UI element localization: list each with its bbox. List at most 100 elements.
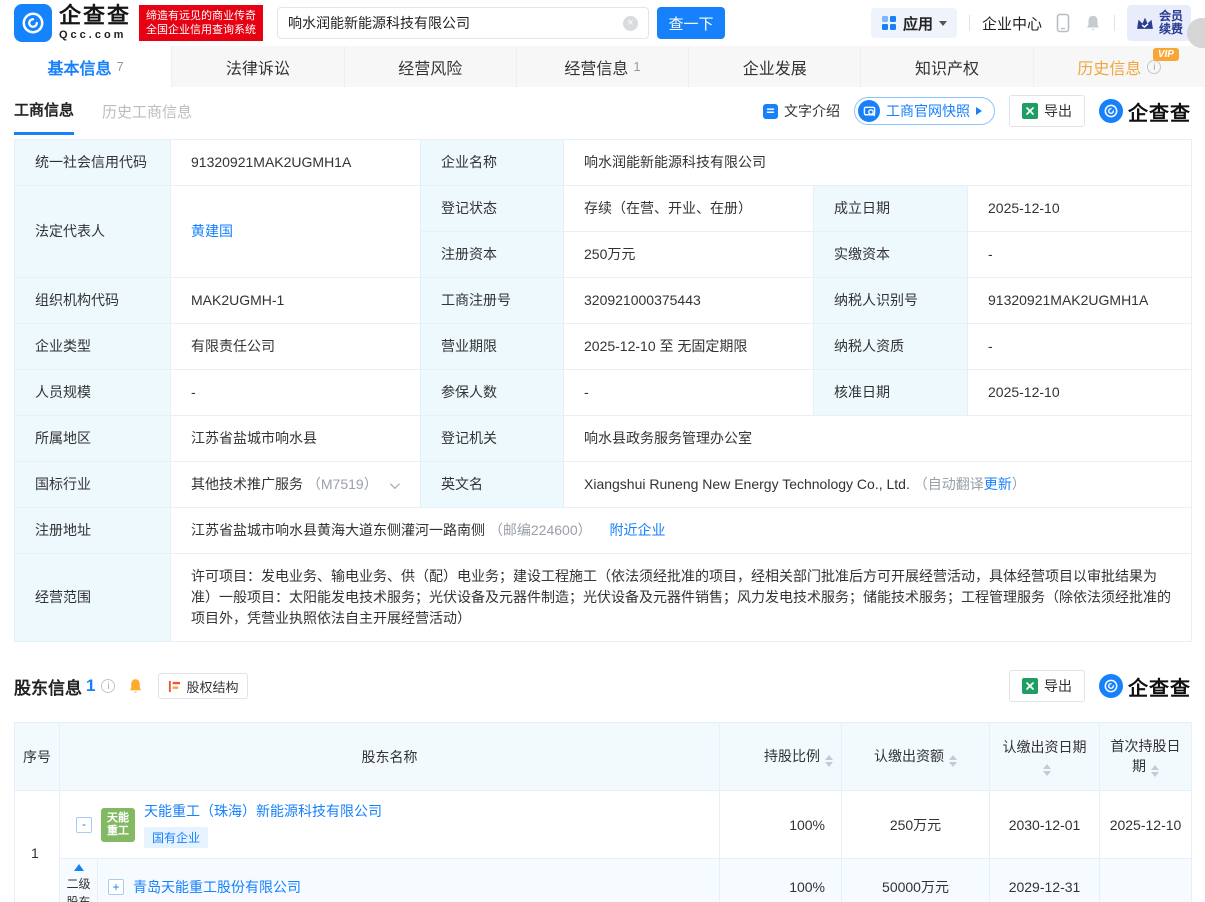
triangle-up-icon xyxy=(74,864,84,871)
subtab-history-business-info[interactable]: 历史工商信息 xyxy=(102,87,192,135)
snapshot-label: 工商官网快照 xyxy=(886,101,970,121)
field-label: 纳税人资质 xyxy=(814,324,968,370)
address-text: 江苏省盐城市响水县黄海大道东侧灌河一路南侧 xyxy=(191,522,485,538)
search-button[interactable]: 查一下 xyxy=(657,7,725,39)
field-label: 法定代表人 xyxy=(15,186,171,278)
logo-line1: 天能 xyxy=(107,812,129,825)
field-label: 经营范围 xyxy=(15,554,171,642)
apps-menu[interactable]: 应用 xyxy=(871,8,957,38)
sort-icon[interactable] xyxy=(949,755,957,767)
logo-name: 企查查 xyxy=(59,5,131,27)
qcc-watermark-logo: 企查查 xyxy=(1099,97,1191,126)
phone-icon xyxy=(1054,13,1072,33)
search-input[interactable] xyxy=(288,15,623,31)
qcc-glyph-icon xyxy=(20,10,46,36)
taxpayer-id-value: 91320921MAK2UGMH1A xyxy=(968,278,1192,324)
field-label: 工商注册号 xyxy=(421,278,564,324)
info-icon[interactable]: i xyxy=(101,679,115,693)
search-box[interactable]: × xyxy=(277,7,649,39)
text-intro-button[interactable]: 文字介绍 xyxy=(763,101,840,121)
ratio-value: 100% xyxy=(720,791,842,859)
level-label-line2: 股东 xyxy=(66,893,90,902)
tab-risk[interactable]: 经营风险 xyxy=(345,46,517,87)
sort-icon[interactable] xyxy=(1151,765,1159,777)
scrollbar-thumb[interactable] xyxy=(1187,18,1205,48)
enterprise-center-link[interactable]: 企业中心 xyxy=(982,13,1042,34)
approval-date-value: 2025-12-10 xyxy=(968,370,1192,416)
apps-label: 应用 xyxy=(903,13,933,34)
field-label: 登记机关 xyxy=(421,416,564,462)
nearby-companies-link[interactable]: 附近企业 xyxy=(610,522,666,538)
address-value: 江苏省盐城市响水县黄海大道东侧灌河一路南侧 （邮编224600） 附近企业 xyxy=(171,508,1192,554)
shareholders-table: 序号 股东名称 持股比例 认缴出资额 认缴出资日期 首次持股日期 1 - xyxy=(14,722,1192,902)
tab-basic-info[interactable]: 基本信息 7 xyxy=(0,46,172,87)
subtab-business-info[interactable]: 工商信息 xyxy=(14,87,74,135)
clear-search-icon[interactable]: × xyxy=(623,16,638,31)
first-date-value xyxy=(1100,859,1192,902)
slogan-line2: 全国企业信用查询系统 xyxy=(146,23,256,37)
translate-update-link[interactable]: 更新 xyxy=(984,476,1012,492)
collapse-button[interactable]: - xyxy=(76,817,92,833)
qcc-logo-icon[interactable] xyxy=(14,4,52,42)
table-row: 统一社会信用代码 91320921MAK2UGMH1A 企业名称 响水润能新能源… xyxy=(15,140,1192,186)
chevron-down-icon[interactable] xyxy=(390,479,400,489)
state-owned-tag: 国有企业 xyxy=(144,827,208,848)
subscribe-alert-button[interactable] xyxy=(127,677,144,695)
column-header-date[interactable]: 认缴出资日期 xyxy=(990,723,1100,791)
field-label: 实缴资本 xyxy=(814,232,968,278)
row-index: 1 xyxy=(15,791,60,902)
export-label: 导出 xyxy=(1044,101,1072,121)
equity-structure-button[interactable]: 股权结构 xyxy=(158,673,248,699)
reg-capital-value: 250万元 xyxy=(564,232,814,278)
legal-rep-link[interactable]: 黄建国 xyxy=(191,223,233,239)
field-label: 注册资本 xyxy=(421,232,564,278)
official-snapshot-button[interactable]: 工商官网快照 xyxy=(854,97,995,125)
ratio-value: 100% xyxy=(720,859,842,902)
qcc-watermark-logo: 企查查 xyxy=(1099,672,1191,701)
tab-ip[interactable]: 知识产权 xyxy=(861,46,1033,87)
qcc-brand-text: 企查查 xyxy=(1128,672,1191,701)
shareholders-header: 股东信息 1 i 股权结构 导出 xyxy=(0,642,1205,714)
logo-wordmark[interactable]: 企查查 Qcc.com xyxy=(59,5,131,41)
export-shareholders-button[interactable]: 导出 xyxy=(1009,670,1085,702)
mobile-app-button[interactable] xyxy=(1054,13,1072,33)
sort-icon[interactable] xyxy=(1043,764,1051,776)
est-date-value: 2025-12-10 xyxy=(968,186,1192,232)
field-label: 成立日期 xyxy=(814,186,968,232)
qcc-circle-icon xyxy=(1099,674,1123,698)
company-name-value: 响水润能新能源科技有限公司 xyxy=(564,140,1192,186)
credit-code-value: 91320921MAK2UGMH1A xyxy=(171,140,421,186)
tab-development[interactable]: 企业发展 xyxy=(689,46,861,87)
sort-icon[interactable] xyxy=(825,755,833,767)
column-header-amount[interactable]: 认缴出资额 xyxy=(842,723,990,791)
english-name-value: Xiangshui Runeng New Energy Technology C… xyxy=(564,462,1192,508)
tab-operation[interactable]: 经营信息 1 xyxy=(517,46,689,87)
secondary-shareholder-name-link[interactable]: 青岛天能重工股份有限公司 xyxy=(133,877,301,897)
divider xyxy=(969,15,970,31)
address-zip: （邮编224600） xyxy=(489,522,592,538)
notifications-button[interactable] xyxy=(1084,13,1102,33)
date-value: 2029-12-31 xyxy=(990,859,1100,902)
export-button[interactable]: 导出 xyxy=(1009,95,1085,127)
amount-value: 250万元 xyxy=(842,791,990,859)
field-label: 所属地区 xyxy=(15,416,171,462)
brand-slogan: 缔造有远见的商业传奇 全国企业信用查询系统 xyxy=(139,5,263,41)
translate-note-prefix: （自动翻译 xyxy=(914,476,984,492)
table-row: 法定代表人 黄建国 登记状态 存续（在营、开业、在册） 成立日期 2025-12… xyxy=(15,186,1192,232)
shareholder-name-link[interactable]: 天能重工（珠海）新能源科技有限公司 xyxy=(144,801,382,821)
first-date-header-label: 首次持股日期 xyxy=(1111,738,1181,774)
date-header-label: 认缴出资日期 xyxy=(1003,739,1087,755)
tab-legal[interactable]: 法律诉讼 xyxy=(172,46,344,87)
logo-domain: Qcc.com xyxy=(59,30,131,41)
column-header-ratio[interactable]: 持股比例 xyxy=(720,723,842,791)
table-row: 人员规模 - 参保人数 - 核准日期 2025-12-10 xyxy=(15,370,1192,416)
field-label: 国标行业 xyxy=(15,462,171,508)
logo-line2: 重工 xyxy=(107,825,129,838)
column-header-first-date[interactable]: 首次持股日期 xyxy=(1100,723,1192,791)
expand-button[interactable]: + xyxy=(108,879,124,895)
member-renew-button[interactable]: 会员 续费 xyxy=(1127,5,1191,41)
info-icon[interactable]: i xyxy=(1147,60,1161,74)
tab-history[interactable]: VIP 历史信息 i xyxy=(1034,46,1205,87)
tab-risk-label: 经营风险 xyxy=(398,55,462,79)
shareholders-title: 股东信息 xyxy=(14,674,82,699)
